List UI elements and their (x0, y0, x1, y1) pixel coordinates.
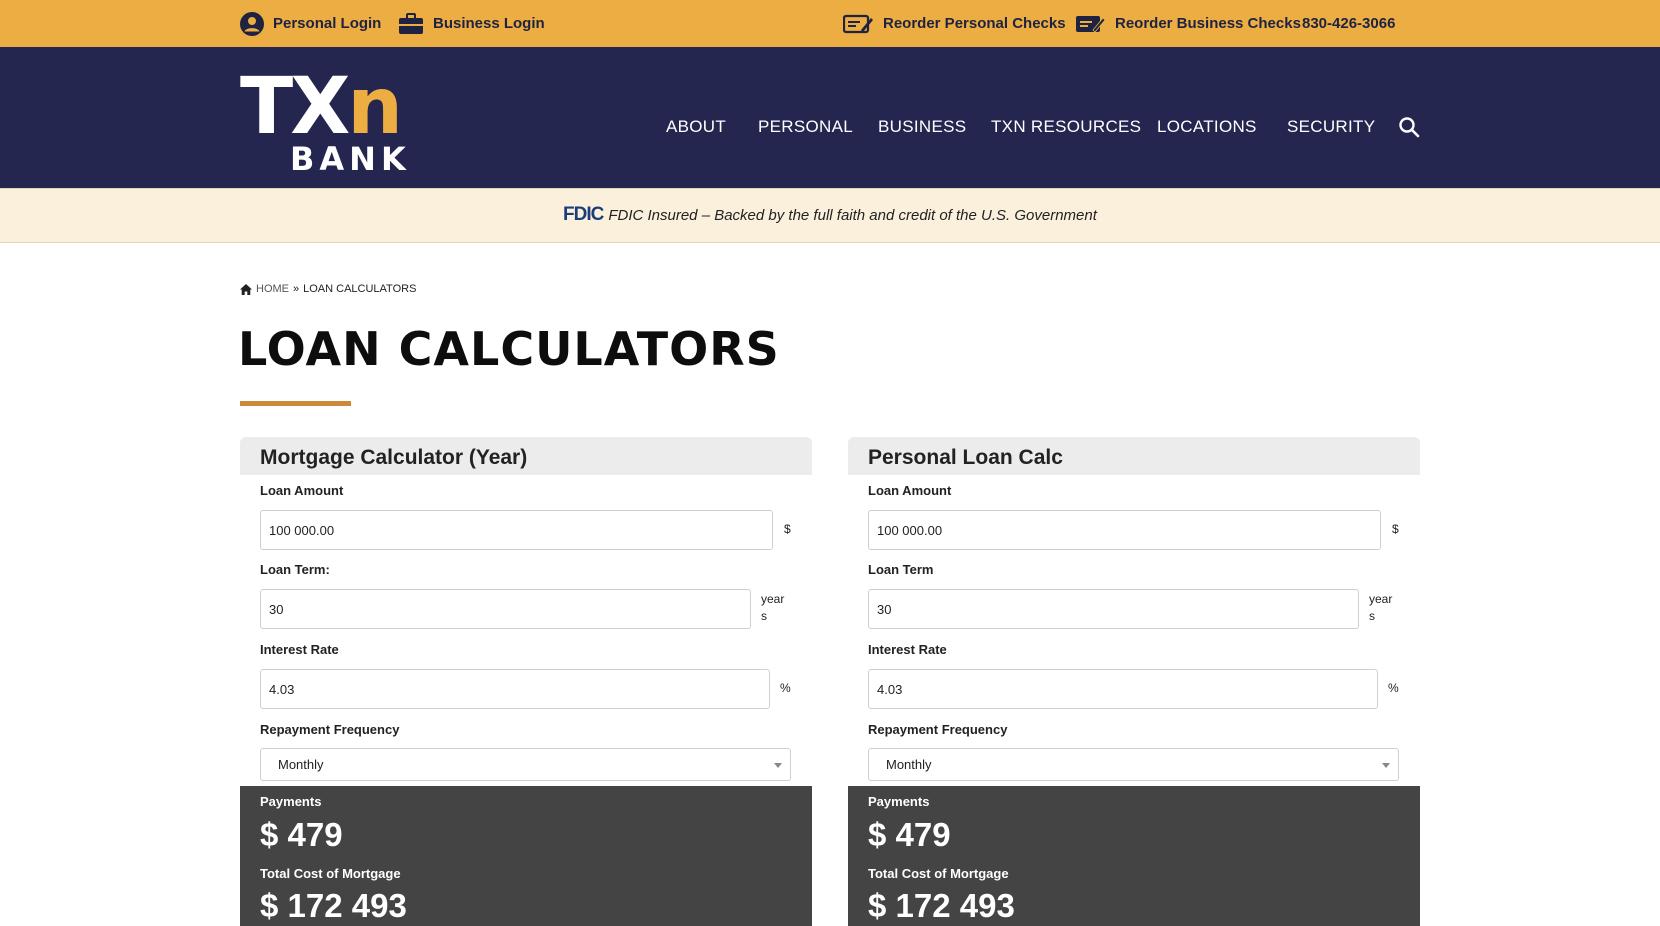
loan-term-input[interactable] (868, 589, 1359, 629)
repayment-frequency-select[interactable]: Monthly (868, 748, 1399, 781)
mortgage-calculator-card: Mortgage Calculator (Year) Loan Amount $… (240, 437, 812, 926)
chevron-down-icon (774, 763, 782, 768)
interest-rate-label: Interest Rate (868, 642, 947, 657)
loan-term-unit-line1: year (761, 592, 785, 606)
phone-link[interactable]: 830-426-3066 (1302, 0, 1395, 47)
payments-label: Payments (260, 794, 322, 809)
card-header: Personal Loan Calc (848, 437, 1420, 475)
fdic-notice-text: FDIC Insured – Backed by the full faith … (608, 206, 1097, 224)
total-cost-value: $ 172 493 (868, 887, 1015, 924)
interest-rate-unit: % (780, 681, 791, 695)
card-title: Mortgage Calculator (Year) (260, 446, 528, 469)
nav-txn-resources[interactable]: TXN RESOURCES (991, 117, 1141, 137)
loan-term-label: Loan Term (868, 562, 934, 577)
reorder-personal-checks-link[interactable]: Reorder Personal Checks (843, 0, 1066, 47)
home-icon (240, 283, 252, 295)
repayment-frequency-value: Monthly (278, 757, 324, 772)
breadcrumb-home-link[interactable]: HOME (256, 283, 289, 295)
repayment-frequency-label: Repayment Frequency (868, 722, 1008, 737)
repayment-frequency-value: Monthly (886, 757, 932, 772)
payments-value: $ 479 (260, 816, 343, 853)
user-circle-icon (240, 11, 264, 36)
search-icon (1399, 117, 1420, 138)
business-login-label: Business Login (433, 15, 545, 32)
card-title: Personal Loan Calc (868, 446, 1063, 469)
card-header: Mortgage Calculator (Year) (240, 437, 812, 475)
nav-locations[interactable]: LOCATIONS (1157, 117, 1257, 137)
payments-value: $ 479 (868, 816, 951, 853)
repayment-frequency-select[interactable]: Monthly (260, 748, 791, 781)
results-panel: Payments $ 479 Total Cost of Mortgage $ … (848, 786, 1420, 926)
results-panel: Payments $ 479 Total Cost of Mortgage $ … (240, 786, 812, 926)
phone-number: 830-426-3066 (1302, 15, 1396, 32)
logo-n: n (347, 62, 403, 152)
search-button[interactable] (1398, 116, 1422, 140)
fdic-notice-bar: FDIC FDIC Insured – Backed by the full f… (0, 188, 1660, 243)
logo-tx: TX (240, 62, 350, 152)
loan-term-unit-line2: s (761, 609, 767, 623)
loan-amount-label: Loan Amount (260, 483, 344, 498)
logo-wordmark: TXn (240, 68, 403, 146)
nav-business[interactable]: BUSINESS (878, 117, 966, 137)
payments-label: Payments (868, 794, 930, 809)
loan-amount-label: Loan Amount (868, 483, 952, 498)
breadcrumb: HOME » LOAN CALCULATORS (240, 283, 416, 295)
nav-about[interactable]: ABOUT (666, 117, 726, 137)
loan-term-unit: year s (1369, 591, 1392, 625)
fdic-logo: FDIC (563, 204, 604, 225)
chevron-down-icon (1382, 763, 1390, 768)
loan-term-label: Loan Term: (260, 562, 330, 577)
reorder-business-checks-link[interactable]: Reorder Business Checks (1075, 0, 1301, 47)
personal-login-label: Personal Login (273, 15, 382, 32)
utility-bar: Personal Login Business Login Reorder Pe… (0, 0, 1660, 47)
page-title: LOAN CALCULATORS (238, 322, 780, 376)
interest-rate-unit: % (1388, 681, 1399, 695)
txn-bank-logo[interactable]: TXn BANK (240, 68, 480, 178)
loan-term-unit: year s (761, 591, 784, 625)
loan-term-input[interactable] (260, 589, 751, 629)
loan-amount-unit: $ (1392, 522, 1399, 536)
total-cost-value: $ 172 493 (260, 887, 407, 924)
total-cost-label: Total Cost of Mortgage (868, 866, 1009, 881)
personal-login-link[interactable]: Personal Login (240, 0, 381, 47)
interest-rate-input[interactable] (868, 669, 1378, 709)
loan-amount-unit: $ (784, 522, 791, 536)
check-pen-icon (843, 14, 873, 33)
breadcrumb-separator: » (293, 283, 300, 295)
nav-security[interactable]: SECURITY (1287, 117, 1375, 137)
repayment-frequency-label: Repayment Frequency (260, 722, 400, 737)
interest-rate-input[interactable] (260, 669, 770, 709)
loan-amount-input[interactable] (868, 510, 1381, 550)
logo-bank-text: BANK (290, 140, 411, 178)
interest-rate-label: Interest Rate (260, 642, 339, 657)
personal-loan-calculator-card: Personal Loan Calc Loan Amount $ Loan Te… (848, 437, 1420, 926)
reorder-business-checks-label: Reorder Business Checks (1115, 15, 1301, 32)
loan-amount-input[interactable] (260, 510, 773, 550)
loan-term-unit-line2: s (1369, 609, 1375, 623)
business-login-link[interactable]: Business Login (398, 0, 545, 47)
nav-personal[interactable]: PERSONAL (758, 117, 853, 137)
briefcase-icon (399, 12, 423, 34)
breadcrumb-current: LOAN CALCULATORS (303, 283, 417, 295)
total-cost-label: Total Cost of Mortgage (260, 866, 401, 881)
check-pen-icon (1076, 15, 1106, 33)
title-underline (240, 401, 351, 406)
loan-term-unit-line1: year (1369, 592, 1393, 606)
reorder-personal-checks-label: Reorder Personal Checks (883, 15, 1066, 32)
